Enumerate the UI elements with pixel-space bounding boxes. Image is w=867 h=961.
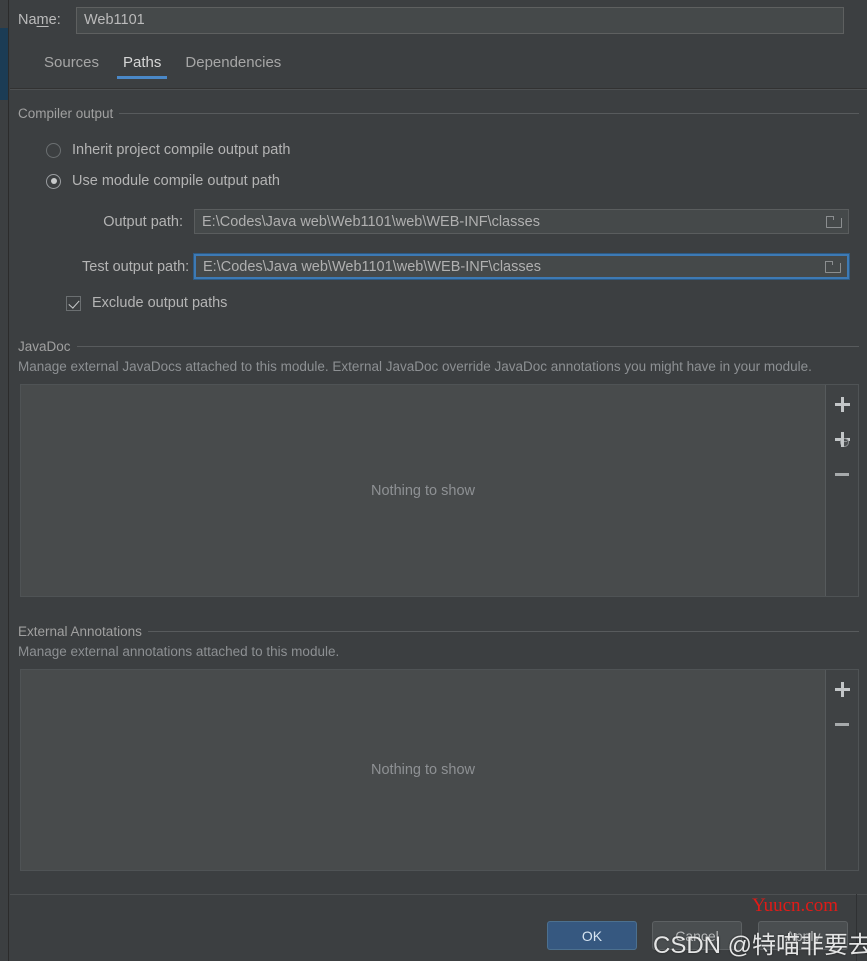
- javadoc-group-header: JavaDoc: [18, 337, 859, 355]
- output-path-row: Output path: E:\Codes\Java web\Web1101\w…: [82, 209, 849, 234]
- javadoc-list-panel: Nothing to show: [20, 384, 859, 597]
- javadoc-remove-button[interactable]: [828, 461, 856, 487]
- radio-module-label: Use module compile output path: [72, 173, 280, 189]
- radio-use-module-output[interactable]: Use module compile output path: [46, 173, 280, 189]
- module-paths-dialog: Name: Sources Paths Dependencies Compile…: [10, 0, 867, 961]
- exclude-output-paths-label: Exclude output paths: [92, 295, 227, 311]
- external-annotations-empty-text: Nothing to show: [371, 762, 475, 778]
- csdn-watermark: CSDN @特喵非要去刚: [653, 925, 867, 960]
- tab-sources[interactable]: Sources: [32, 50, 111, 81]
- compiler-output-title: Compiler output: [18, 106, 113, 121]
- checkbox-icon-checked: [66, 296, 81, 311]
- yuucn-watermark: Yuucn.com: [752, 895, 838, 917]
- external-annotations-description: Manage external annotations attached to …: [18, 644, 339, 659]
- javadoc-empty-text: Nothing to show: [371, 483, 475, 499]
- javadoc-title: JavaDoc: [18, 339, 71, 354]
- output-path-label: Output path:: [82, 214, 194, 230]
- external-annotations-toolbar: [825, 670, 858, 870]
- external-annotations-title: External Annotations: [18, 624, 142, 639]
- javadoc-toolbar: [825, 385, 858, 596]
- module-name-input[interactable]: [76, 7, 844, 34]
- folder-icon: [825, 261, 840, 273]
- folder-icon: [826, 216, 841, 228]
- test-output-path-label: Test output path:: [82, 259, 194, 275]
- paths-tab-content: Compiler output Inherit project compile …: [10, 89, 867, 894]
- radio-icon-selected: [46, 174, 61, 189]
- module-name-label: Name:: [10, 12, 76, 28]
- module-name-row: Name:: [10, 0, 867, 40]
- test-output-path-value: E:\Codes\Java web\Web1101\web\WEB-INF\cl…: [196, 259, 817, 275]
- javadoc-description: Manage external JavaDocs attached to thi…: [18, 359, 812, 374]
- radio-inherit-project-output[interactable]: Inherit project compile output path: [46, 142, 290, 158]
- external-annotations-list-area[interactable]: Nothing to show: [21, 670, 825, 870]
- radio-icon-unselected: [46, 143, 61, 158]
- tree-selection-highlight: [0, 28, 8, 100]
- javadoc-add-url-button[interactable]: [828, 426, 856, 452]
- javadoc-list-area[interactable]: Nothing to show: [21, 385, 825, 596]
- minus-icon: [835, 723, 849, 726]
- external-annotations-remove-button[interactable]: [828, 711, 856, 737]
- output-path-value: E:\Codes\Java web\Web1101\web\WEB-INF\cl…: [195, 214, 818, 230]
- compiler-output-group-header: Compiler output: [18, 104, 859, 122]
- group-rule: [77, 346, 859, 347]
- output-path-browse-button[interactable]: [818, 210, 848, 233]
- ok-button[interactable]: OK: [547, 921, 637, 950]
- external-annotations-add-button[interactable]: [828, 676, 856, 702]
- group-rule: [148, 631, 859, 632]
- tab-paths[interactable]: Paths: [111, 50, 173, 81]
- plus-icon: [835, 397, 850, 412]
- javadoc-add-button[interactable]: [828, 391, 856, 417]
- minus-icon: [835, 473, 849, 476]
- project-structure-tree-strip: [0, 0, 9, 961]
- module-tab-bar: Sources Paths Dependencies: [10, 50, 867, 88]
- group-rule: [119, 113, 859, 114]
- plus-icon: [835, 682, 850, 697]
- test-output-path-browse-button[interactable]: [817, 256, 847, 277]
- tab-dependencies[interactable]: Dependencies: [173, 50, 293, 81]
- external-annotations-group-header: External Annotations: [18, 622, 859, 640]
- test-output-path-field[interactable]: E:\Codes\Java web\Web1101\web\WEB-INF\cl…: [194, 254, 849, 279]
- output-path-field[interactable]: E:\Codes\Java web\Web1101\web\WEB-INF\cl…: [194, 209, 849, 234]
- test-output-path-row: Test output path: E:\Codes\Java web\Web1…: [82, 254, 849, 279]
- exclude-output-paths-checkbox[interactable]: Exclude output paths: [66, 295, 227, 311]
- external-annotations-list-panel: Nothing to show: [20, 669, 859, 871]
- plus-globe-icon: [835, 432, 850, 447]
- radio-inherit-label: Inherit project compile output path: [72, 142, 290, 158]
- globe-badge-icon: [840, 438, 849, 447]
